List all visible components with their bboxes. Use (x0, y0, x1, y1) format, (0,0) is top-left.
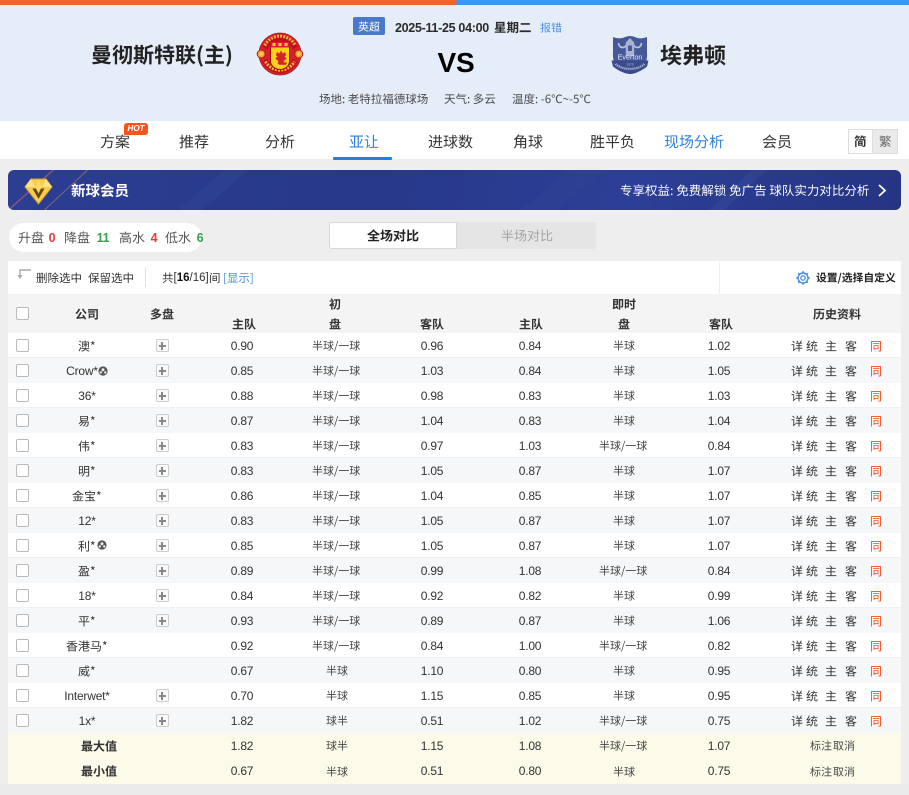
svg-text:1878: 1878 (626, 63, 634, 67)
svg-text:Everton: Everton (618, 53, 643, 62)
